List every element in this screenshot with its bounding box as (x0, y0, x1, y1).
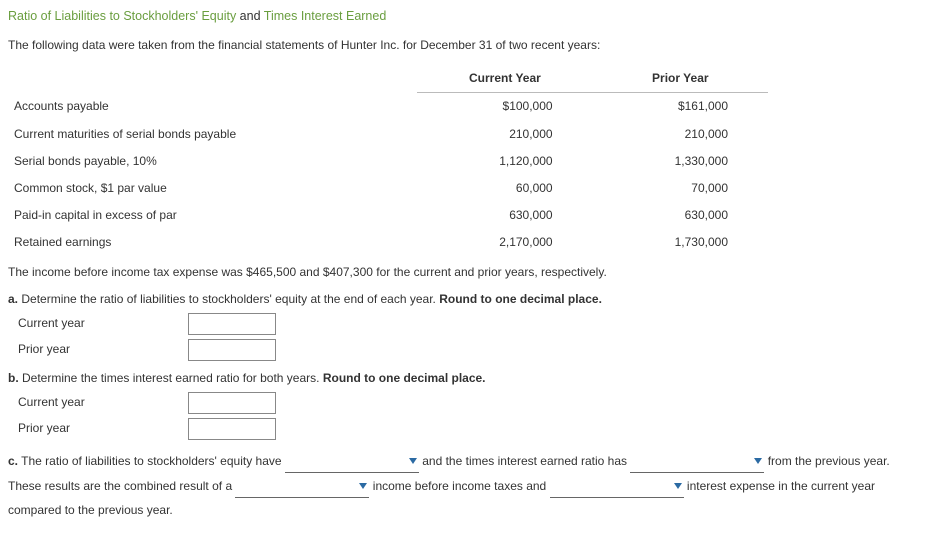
input-b-current-year[interactable] (188, 392, 276, 414)
title-and: and (240, 9, 264, 23)
table-row: Serial bonds payable, 10% 1,120,000 1,33… (8, 148, 768, 175)
table-row: Common stock, $1 par value 60,000 70,000 (8, 175, 768, 202)
income-note: The income before income tax expense was… (8, 263, 924, 282)
row-py: 630,000 (593, 202, 768, 229)
row-label: Accounts payable (8, 93, 417, 121)
row-py: 1,330,000 (593, 148, 768, 175)
qb-bold: Round to one decimal place. (323, 371, 486, 385)
row-py: 70,000 (593, 175, 768, 202)
page-title: Ratio of Liabilities to Stockholders' Eq… (8, 6, 924, 26)
input-b-prior-year[interactable] (188, 418, 276, 440)
qb-text: Determine the times interest earned rati… (19, 371, 323, 385)
question-c: c. The ratio of liabilities to stockhold… (8, 448, 924, 522)
row-cy: 630,000 (417, 202, 592, 229)
row-label: Retained earnings (8, 229, 417, 256)
chevron-down-icon (754, 458, 762, 464)
row-py: 1,730,000 (593, 229, 768, 256)
question-a: a. Determine the ratio of liabilities to… (8, 290, 924, 309)
dropdown-c4[interactable] (550, 473, 684, 498)
dropdown-c3[interactable] (235, 473, 369, 498)
intro-text: The following data were taken from the f… (8, 36, 924, 55)
row-cy: $100,000 (417, 93, 592, 121)
row-cy: 210,000 (417, 121, 592, 148)
qa-letter: a. (8, 292, 18, 306)
chevron-down-icon (409, 458, 417, 464)
label-current-year-b: Current year (18, 393, 128, 412)
row-cy: 1,120,000 (417, 148, 592, 175)
row-label: Serial bonds payable, 10% (8, 148, 417, 175)
dropdown-c1[interactable] (285, 448, 419, 473)
table-row: Accounts payable $100,000 $161,000 (8, 93, 768, 121)
col-header-py: Prior Year (593, 65, 768, 93)
row-label: Common stock, $1 par value (8, 175, 417, 202)
row-label: Current maturities of serial bonds payab… (8, 121, 417, 148)
table-row: Retained earnings 2,170,000 1,730,000 (8, 229, 768, 256)
label-prior-year-b: Prior year (18, 419, 128, 438)
title-part2: Times Interest Earned (264, 9, 387, 23)
qa-bold: Round to one decimal place. (439, 292, 602, 306)
qc-letter: c. (8, 454, 18, 468)
chevron-down-icon (674, 483, 682, 489)
table-row: Paid-in capital in excess of par 630,000… (8, 202, 768, 229)
question-b: b. Determine the times interest earned r… (8, 369, 924, 388)
row-py: $161,000 (593, 93, 768, 121)
input-a-current-year[interactable] (188, 313, 276, 335)
row-cy: 60,000 (417, 175, 592, 202)
table-row: Current maturities of serial bonds payab… (8, 121, 768, 148)
qc-seg1: The ratio of liabilities to stockholders… (18, 454, 285, 468)
input-a-prior-year[interactable] (188, 339, 276, 361)
qb-letter: b. (8, 371, 19, 385)
title-part1: Ratio of Liabilities to Stockholders' Eq… (8, 9, 240, 23)
row-py: 210,000 (593, 121, 768, 148)
label-prior-year: Prior year (18, 340, 128, 359)
chevron-down-icon (359, 483, 367, 489)
financial-table: Current Year Prior Year Accounts payable… (8, 65, 768, 256)
row-label: Paid-in capital in excess of par (8, 202, 417, 229)
row-cy: 2,170,000 (417, 229, 592, 256)
dropdown-c2[interactable] (630, 448, 764, 473)
label-current-year: Current year (18, 314, 128, 333)
qa-text: Determine the ratio of liabilities to st… (18, 292, 439, 306)
qc-seg2: and the times interest earned ratio has (419, 454, 630, 468)
col-header-cy: Current Year (417, 65, 592, 93)
qc-seg4: income before income taxes and (369, 479, 549, 493)
